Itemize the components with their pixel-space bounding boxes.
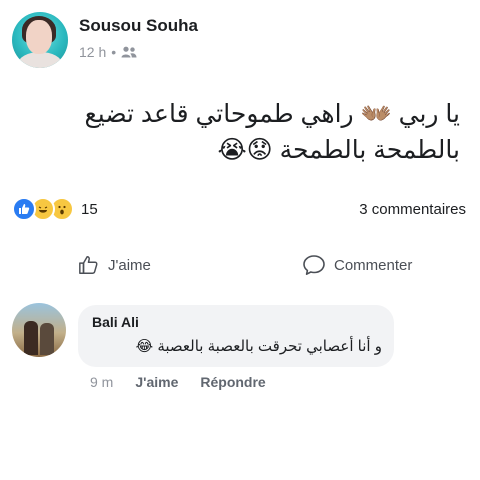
post-subline: 12 h • [79,44,198,60]
commenter-avatar[interactable] [12,303,66,357]
post-meta: Sousou Souha 12 h • [79,16,198,60]
like-button[interactable]: J'aime [78,254,151,276]
post-timestamp[interactable]: 12 h [79,44,106,60]
thumbs-up-icon [79,256,98,274]
reactions-summary[interactable]: 15 [12,197,98,221]
post-text-line-1: يا ربي 👐🏽 راهي طموحاتي قاعد تضيع [84,100,460,128]
like-reaction-icon [12,197,36,221]
comment-button[interactable]: Commenter [302,254,412,276]
action-bar: J'aime Commenter [0,254,480,288]
post-header: Sousou Souha 12 h • [12,12,198,68]
comment-button-label: Commenter [334,256,413,274]
post-text: يا ربي 👐🏽 راهي طموحاتي قاعد تضيع بالطمحة… [20,96,460,168]
comment-meta: 9 m J'aime Répondre [90,374,266,390]
comment-reply-link[interactable]: Répondre [200,374,265,390]
like-button-label: J'aime [108,256,151,274]
comment-author-name[interactable]: Bali Ali [92,314,139,330]
comment-bubble-icon [303,255,325,275]
comment-count-link[interactable]: 3 commentaires [359,201,466,218]
friends-icon [121,46,137,58]
reaction-count: 15 [81,200,98,218]
post-text-line-2: بالطمحة بالطمحة 😟😭 [217,136,460,164]
post-author-name[interactable]: Sousou Souha [79,16,198,36]
subline-separator: • [111,44,117,60]
author-avatar[interactable] [12,12,68,68]
comment-like-link[interactable]: J'aime [135,374,178,390]
comment-text: و أنا أعصابي تحرقت بالعصبة بالعصبة 😂 [135,338,382,355]
comment-bubble: Bali Ali و أنا أعصابي تحرقت بالعصبة بالع… [78,305,394,367]
comment-timestamp[interactable]: 9 m [90,374,113,390]
